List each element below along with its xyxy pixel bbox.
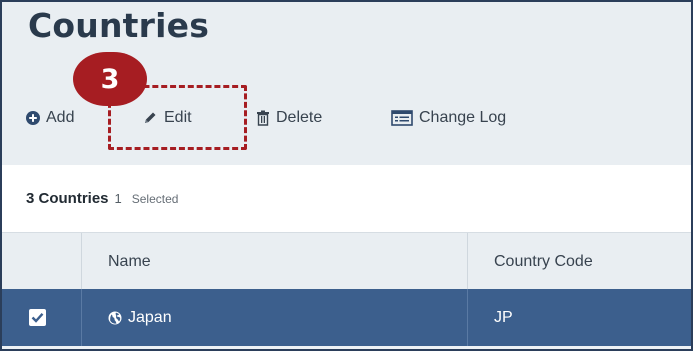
checkmark-icon (31, 312, 44, 323)
table-header: Name Country Code (2, 232, 691, 290)
summary-text: 3 Countries 1 Selected (26, 190, 178, 207)
row-name-cell[interactable]: Japan (82, 289, 468, 346)
plus-circle-icon (26, 111, 40, 125)
step-badge: 3 (73, 52, 147, 106)
row-name: Japan (128, 308, 172, 326)
column-header-name[interactable]: Name (82, 233, 468, 290)
record-count: 3 Countries (26, 190, 109, 207)
trash-icon (256, 110, 270, 126)
delete-button[interactable]: Delete (256, 106, 322, 130)
select-all-header[interactable] (2, 233, 82, 290)
countries-panel: Countries Add Edit Delete Change Log 3 3… (0, 0, 693, 351)
summary-row: 3 Countries 1 Selected (2, 165, 691, 232)
row-code-cell[interactable]: JP (468, 289, 691, 346)
table-row[interactable]: Japan JP (2, 289, 691, 346)
edit-button[interactable]: Edit (142, 106, 192, 130)
row-select-cell[interactable] (2, 289, 82, 346)
add-label: Add (46, 109, 75, 126)
page-title: Countries (28, 6, 210, 45)
change-log-button[interactable]: Change Log (391, 106, 506, 130)
selected-label: Selected (131, 192, 179, 206)
column-header-country-code[interactable]: Country Code (468, 233, 691, 290)
pencil-icon (142, 110, 158, 126)
add-button[interactable]: Add (26, 106, 74, 130)
selected-count: 1 (114, 191, 122, 206)
delete-label: Delete (276, 109, 323, 126)
row-checkbox[interactable] (29, 309, 46, 326)
edit-label: Edit (164, 109, 192, 126)
globe-icon (108, 311, 122, 325)
next-row-strip (2, 346, 691, 349)
row-country-code: JP (494, 308, 513, 326)
change-log-label: Change Log (419, 109, 507, 126)
list-icon (391, 110, 413, 126)
